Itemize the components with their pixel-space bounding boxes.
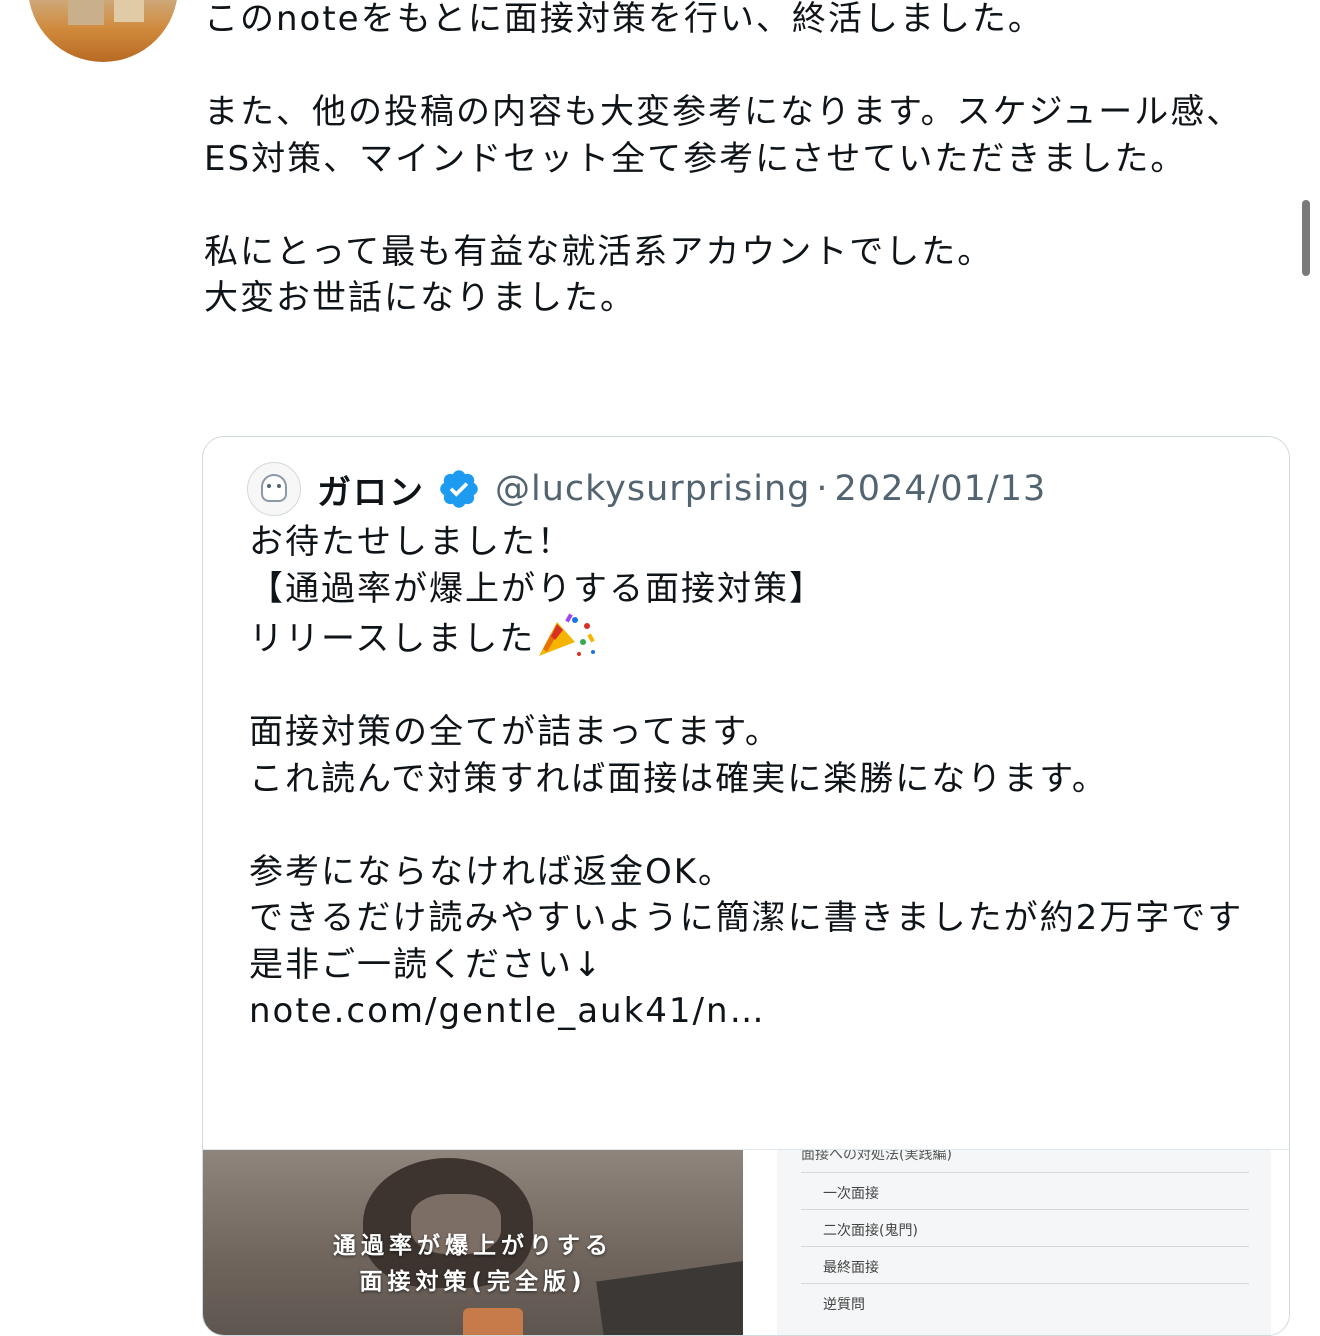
party-popper-icon xyxy=(539,613,596,656)
toc-item: 逆質問 xyxy=(801,1283,1249,1320)
quoted-author-handle[interactable]: @luckysurprising xyxy=(495,469,810,509)
post-text: このnoteをもとに面接対策を行い、終活しました。 また、他の投稿の内容も大変参… xyxy=(204,0,1243,318)
quoted-post-header: ガロン @luckysurprising · 2024/01/13 xyxy=(247,462,1047,516)
avatar-photo-building xyxy=(68,0,104,25)
separator-dot: · xyxy=(816,469,829,509)
quoted-media[interactable]: 通過率が爆上がりする 面接対策(完全版) 面接への対処法(実践編) 一次面接 二… xyxy=(203,1149,1289,1335)
toc-item: 一次面接 xyxy=(801,1172,1249,1209)
cover-title-line2: 面接対策(完全版) xyxy=(359,1269,587,1295)
quoted-post[interactable]: ガロン @luckysurprising · 2024/01/13 お待たせしま… xyxy=(202,436,1290,1336)
scrollbar-thumb[interactable] xyxy=(1302,200,1310,276)
table-of-contents-image[interactable]: 面接への対処法(実践編) 一次面接 二次面接(鬼門) 最終面接 逆質問 xyxy=(777,1150,1271,1335)
quoted-post-text: お待たせしました！ 【通過率が爆上がりする面接対策】 リリースしました 面接対策… xyxy=(249,519,1259,1035)
ghost-avatar-icon xyxy=(261,474,287,502)
note-cover-image[interactable]: 通過率が爆上がりする 面接対策(完全版) xyxy=(203,1150,743,1335)
avatar-eye xyxy=(267,484,271,488)
cover-photo-cup xyxy=(463,1308,523,1335)
toc-item: 最終面接 xyxy=(801,1246,1249,1283)
avatar-eye xyxy=(277,484,281,488)
user-avatar[interactable] xyxy=(28,0,178,62)
quoted-post-date[interactable]: 2024/01/13 xyxy=(835,469,1047,509)
verified-badge-icon xyxy=(440,470,478,508)
cover-title-line1: 通過率が爆上がりする xyxy=(333,1233,613,1259)
quoted-text-part: 面接対策の全てが詰まってます。 これ読んで対策すれば面接は確実に楽勝になります。… xyxy=(249,712,1244,1031)
toc-item: 二次面接(鬼門) xyxy=(801,1209,1249,1246)
quoted-author-avatar[interactable] xyxy=(247,462,301,516)
quoted-author-name[interactable]: ガロン xyxy=(317,465,425,514)
avatar-photo-building xyxy=(114,0,144,22)
toc-heading: 面接への対処法(実践編) xyxy=(801,1150,952,1163)
